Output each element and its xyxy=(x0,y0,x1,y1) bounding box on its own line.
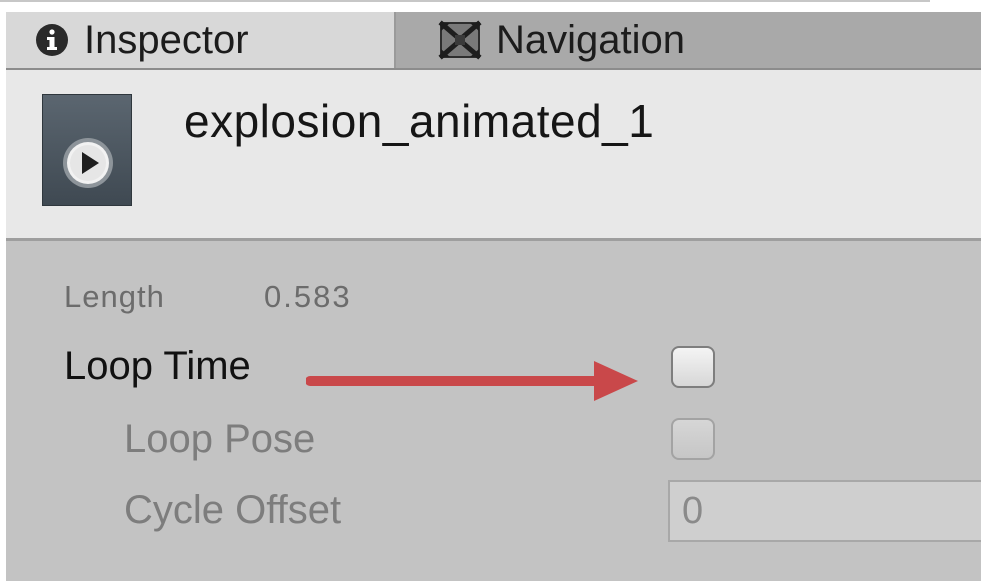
properties-panel: Length 0.583 Loop Time Loop Pose Cycle O… xyxy=(6,241,981,581)
navigation-icon xyxy=(438,20,482,60)
info-icon xyxy=(34,22,70,58)
loop-time-checkbox[interactable] xyxy=(671,346,715,388)
tab-navigation-label: Navigation xyxy=(496,17,686,62)
loop-pose-checkbox[interactable] xyxy=(671,418,715,460)
asset-header: explosion_animated_1 xyxy=(6,70,981,241)
loop-pose-label: Loop Pose xyxy=(124,417,316,461)
length-value: 0.583 xyxy=(264,279,352,314)
loop-time-label: Loop Time xyxy=(64,344,251,388)
tab-bar: Inspector Navigation xyxy=(6,12,981,70)
top-divider xyxy=(0,0,930,2)
play-icon xyxy=(63,138,113,188)
cycle-offset-field[interactable]: 0 xyxy=(668,480,981,542)
asset-name: explosion_animated_1 xyxy=(184,95,655,147)
cycle-offset-label: Cycle Offset xyxy=(124,488,342,532)
inspector-window: Inspector Navigation explosion_animated_… xyxy=(0,0,981,581)
tab-inspector-label: Inspector xyxy=(84,17,249,62)
tab-inspector[interactable]: Inspector xyxy=(6,12,396,68)
annotation-arrow xyxy=(306,361,638,401)
animation-clip-icon xyxy=(42,94,132,206)
tab-navigation[interactable]: Navigation xyxy=(398,12,818,68)
length-label: Length xyxy=(64,279,165,314)
